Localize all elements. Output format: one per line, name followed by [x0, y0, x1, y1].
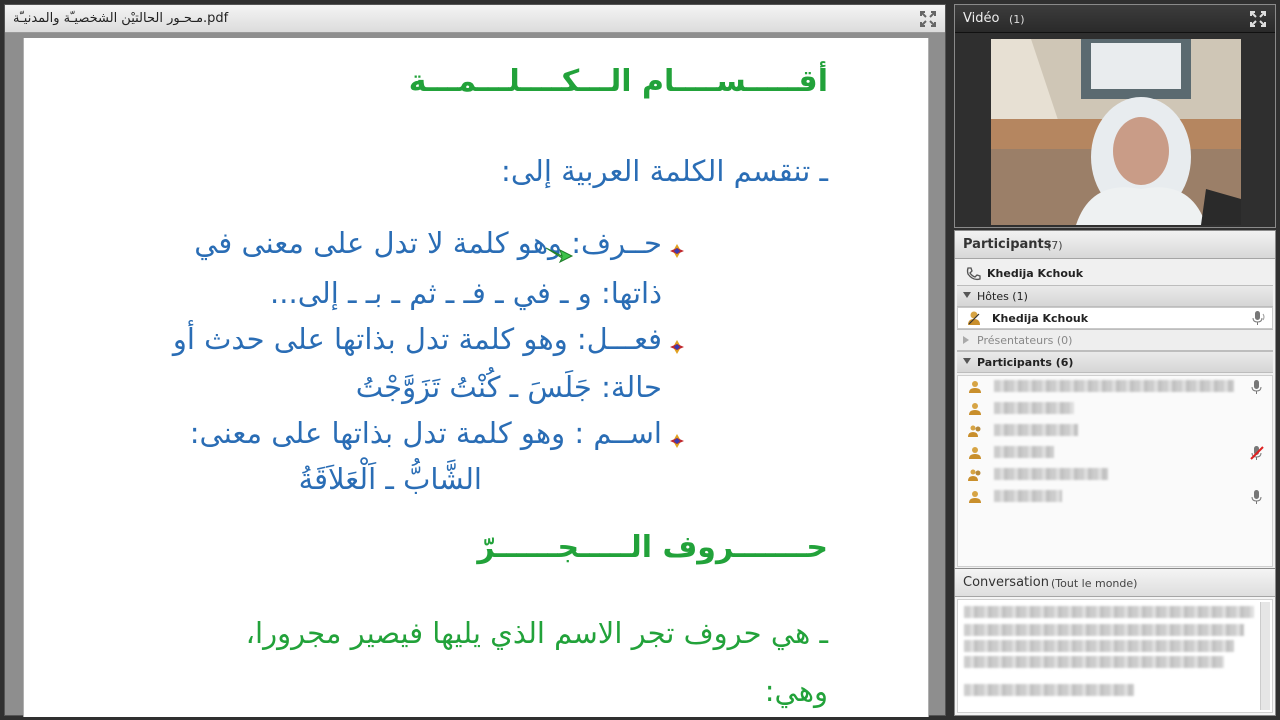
phone-icon — [966, 267, 981, 281]
participants-section-label: Participants (6) — [977, 356, 1074, 369]
users-group-icon — [968, 425, 981, 437]
collapse-triangle-icon — [963, 358, 971, 364]
heading-prepositions: حـــــــروف الـــــجــــــرّ — [477, 530, 828, 565]
users-group-icon — [968, 469, 981, 481]
conversation-messages[interactable] — [957, 599, 1273, 713]
video-title: Vidéo — [963, 11, 1000, 26]
host-user-icon — [968, 311, 980, 325]
participants-header: Participants (7) — [955, 231, 1275, 259]
heading-word-types: أقـــــســــام الـــكــــلـــمـــة — [408, 64, 828, 99]
participant-row[interactable] — [958, 464, 1272, 486]
microphone-icon[interactable] — [1250, 489, 1264, 505]
video-count: (1) — [1009, 13, 1025, 26]
participant-row[interactable] — [958, 442, 1272, 464]
microphone-muted-icon[interactable] — [1250, 445, 1264, 461]
microphone-icon[interactable] — [1250, 379, 1264, 395]
expand-triangle-icon — [963, 336, 969, 344]
blurred-message — [964, 656, 1224, 668]
participant-row[interactable] — [958, 398, 1272, 420]
hosts-section[interactable]: Hôtes (1) — [957, 285, 1273, 307]
blurred-name — [994, 380, 1234, 392]
user-icon — [969, 403, 981, 415]
microphone-active-icon[interactable] — [1250, 310, 1266, 326]
user-icon — [969, 447, 981, 459]
bullet-icon — [670, 340, 684, 354]
blurred-name — [994, 468, 1108, 480]
bullet-icon — [670, 244, 684, 258]
document-page: أقـــــســــام الـــكــــلـــمـــة ـ تنق… — [23, 38, 929, 717]
video-feed[interactable] — [991, 39, 1241, 225]
participant-list — [957, 375, 1273, 567]
document-pane: مـحـور الحالتيْن الشخصيـّة والمدنيـّة.pd… — [4, 4, 946, 717]
blurred-message — [964, 684, 1134, 696]
phone-user-row[interactable]: Khedija Kchouk — [957, 263, 1273, 285]
document-titlebar: مـحـور الحالتيْن الشخصيـّة والمدنيـّة.pd… — [5, 5, 945, 33]
item-fiel-line1: فعـــل: وهو كلمة تدل بذاتها على حدث أو — [172, 322, 662, 356]
video-header: Vidéo (1) — [955, 5, 1275, 33]
host-name: Khedija Kchouk — [992, 312, 1089, 325]
item-ism-line2: الشَّابُّ ـ اَلْعَلاَقَةُ — [298, 462, 482, 496]
video-person-image — [991, 39, 1241, 225]
blurred-name — [994, 424, 1078, 436]
item-ism-line1: اســم : وهو كلمة تدل بذاتها على معنى: — [189, 416, 662, 450]
collapse-triangle-icon — [963, 292, 971, 298]
blurred-message — [964, 624, 1244, 636]
hosts-label: Hôtes (1) — [977, 290, 1028, 303]
user-icon — [969, 381, 981, 393]
bullet-icon — [670, 434, 684, 448]
participants-count: (7) — [1047, 239, 1063, 252]
intro-text: ـ تنقسم الكلمة العربية إلى: — [501, 154, 828, 188]
item-harf-line1: حــرف: وهو كلمة لا تدل على معنى في — [194, 226, 662, 260]
conversation-header: Conversation (Tout le monde) — [955, 569, 1275, 597]
definition-line2: وهي: — [764, 674, 828, 708]
conversation-scrollbar[interactable] — [1260, 602, 1270, 710]
participant-row[interactable] — [958, 486, 1272, 508]
item-fiel-line2: حالة: جَلَسَ ـ كُنْتُ تَزَوَّجْتُ — [355, 370, 662, 404]
participants-panel: Participants (7) Khedija Kchouk Hôtes (1… — [954, 230, 1276, 570]
blurred-name — [994, 490, 1062, 502]
blurred-name — [994, 402, 1074, 414]
phone-user-name: Khedija Kchouk — [987, 267, 1084, 280]
presenters-section[interactable]: Présentateurs (0) — [957, 329, 1273, 351]
expand-icon[interactable] — [919, 10, 937, 28]
participant-row[interactable] — [958, 376, 1272, 398]
user-icon — [969, 491, 981, 503]
document-title: مـحـور الحالتيْن الشخصيـّة والمدنيـّة.pd… — [13, 11, 229, 26]
app-window: مـحـور الحالتيْن الشخصيـّة والمدنيـّة.pd… — [0, 0, 1280, 720]
participant-row[interactable] — [958, 420, 1272, 442]
definition-line1: ـ هي حروف تجر الاسم الذي يليها فيصير مجر… — [245, 616, 828, 650]
blurred-message — [964, 640, 1234, 652]
conversation-scope[interactable]: (Tout le monde) — [1051, 577, 1137, 590]
item-harf-line2: ذاتها: و ـ في ـ فـ ـ ثم ـ بـ ـ إلى... — [270, 276, 662, 310]
presenters-label: Présentateurs (0) — [977, 334, 1073, 347]
blurred-name — [994, 446, 1054, 458]
video-expand-icon[interactable] — [1249, 10, 1267, 28]
participants-title: Participants — [963, 237, 1052, 252]
conversation-panel: Conversation (Tout le monde) — [954, 568, 1276, 716]
host-row[interactable]: Khedija Kchouk — [957, 307, 1273, 329]
conversation-title: Conversation — [963, 575, 1049, 590]
blurred-message — [964, 606, 1254, 618]
video-panel: Vidéo (1) — [954, 4, 1276, 228]
cursor-arrow-icon — [545, 247, 574, 264]
participants-section[interactable]: Participants (6) — [957, 351, 1273, 373]
